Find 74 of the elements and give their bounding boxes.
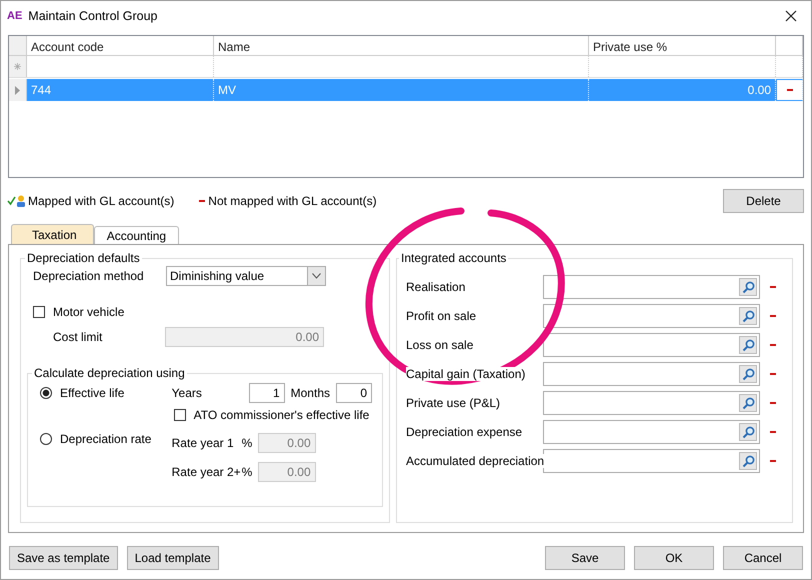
delete-button[interactable]: Delete bbox=[723, 189, 804, 213]
radio-button[interactable] bbox=[40, 433, 52, 445]
footer-button[interactable]: Load template bbox=[126, 546, 219, 570]
search-icon bbox=[742, 338, 754, 352]
account-field[interactable] bbox=[543, 275, 760, 299]
footer-button[interactable]: Save as template bbox=[9, 546, 118, 570]
new-row-icon bbox=[14, 63, 21, 70]
row-pointer-icon bbox=[15, 86, 20, 94]
radio-label: Depreciation rate bbox=[60, 432, 152, 446]
checkbox[interactable] bbox=[174, 409, 186, 421]
search-icon bbox=[742, 310, 754, 322]
search-icon bbox=[742, 454, 754, 468]
account-field[interactable] bbox=[543, 362, 760, 386]
column-header[interactable]: Account code bbox=[27, 36, 214, 55]
unit-label: % bbox=[242, 465, 254, 479]
footer-button[interactable]: OK bbox=[634, 546, 714, 570]
table-cell: MV bbox=[214, 79, 589, 101]
field-label: Depreciation method bbox=[32, 269, 145, 283]
field-label: Capital gain (Taxation) bbox=[406, 367, 526, 381]
search-button[interactable] bbox=[739, 307, 757, 325]
legend-label: Not mapped with GL account(s) bbox=[208, 194, 377, 208]
field-label: Rate year 2+ bbox=[172, 465, 242, 479]
account-field[interactable] bbox=[543, 391, 760, 415]
search-button[interactable] bbox=[739, 336, 757, 354]
field-label: Accumulated depreciation bbox=[406, 454, 544, 468]
field-label: Cost limit bbox=[52, 330, 104, 344]
footer-button[interactable]: Save bbox=[545, 546, 625, 570]
column-header[interactable]: Private use % bbox=[589, 36, 776, 55]
app-logo: AE bbox=[7, 10, 22, 22]
legend-label: Mapped with GL account(s) bbox=[28, 194, 174, 208]
months-field[interactable]: 0 bbox=[336, 383, 372, 403]
years-field[interactable]: 1 bbox=[248, 383, 285, 403]
field-label: Profit on sale bbox=[406, 309, 476, 323]
group-title: Depreciation defaults bbox=[26, 251, 141, 265]
footer-button[interactable]: Cancel bbox=[723, 546, 803, 570]
table-cell: 0.00 bbox=[589, 79, 776, 101]
column-header[interactable]: Name bbox=[214, 36, 589, 55]
field-label: Rate year 1 bbox=[172, 436, 235, 450]
checkbox-label: ATO commissioner's effective life bbox=[194, 408, 370, 422]
tab[interactable]: Taxation bbox=[11, 224, 94, 244]
field-label: Private use (P&L) bbox=[406, 396, 500, 410]
search-icon bbox=[742, 396, 754, 410]
search-button[interactable] bbox=[739, 365, 757, 383]
method-dropdown[interactable]: Diminishing value bbox=[166, 266, 326, 286]
search-button[interactable] bbox=[739, 394, 757, 412]
field-label: Realisation bbox=[406, 280, 466, 294]
field-label: Loss on sale bbox=[406, 338, 474, 352]
group-title: Integrated accounts bbox=[400, 251, 508, 265]
search-icon bbox=[742, 426, 754, 438]
table-cell: 744 bbox=[27, 79, 214, 101]
unit-label: % bbox=[242, 436, 254, 450]
field-label: Months bbox=[290, 386, 330, 400]
group-title: Calculate depreciation using bbox=[33, 366, 186, 380]
search-icon bbox=[742, 368, 754, 380]
search-icon bbox=[742, 280, 754, 294]
tab[interactable]: Accounting bbox=[94, 226, 180, 244]
check-person-icon bbox=[7, 195, 27, 207]
account-field[interactable] bbox=[543, 449, 760, 473]
radio-label: Effective life bbox=[60, 386, 124, 400]
field-label: Depreciation expense bbox=[406, 425, 522, 439]
checkbox-label: Motor vehicle bbox=[53, 305, 124, 319]
checkbox[interactable] bbox=[33, 306, 45, 318]
account-field[interactable] bbox=[543, 304, 760, 328]
radio-button[interactable] bbox=[40, 387, 52, 399]
search-button[interactable] bbox=[739, 423, 757, 441]
search-button[interactable] bbox=[739, 278, 757, 296]
field-label: Years bbox=[172, 386, 203, 400]
account-field[interactable] bbox=[543, 333, 760, 357]
window-title: Maintain Control Group bbox=[28, 9, 159, 23]
close-icon[interactable] bbox=[785, 10, 797, 22]
account-field[interactable] bbox=[543, 420, 760, 444]
chevron-icon bbox=[312, 273, 321, 279]
search-button[interactable] bbox=[739, 452, 757, 470]
dash-icon bbox=[199, 200, 206, 202]
